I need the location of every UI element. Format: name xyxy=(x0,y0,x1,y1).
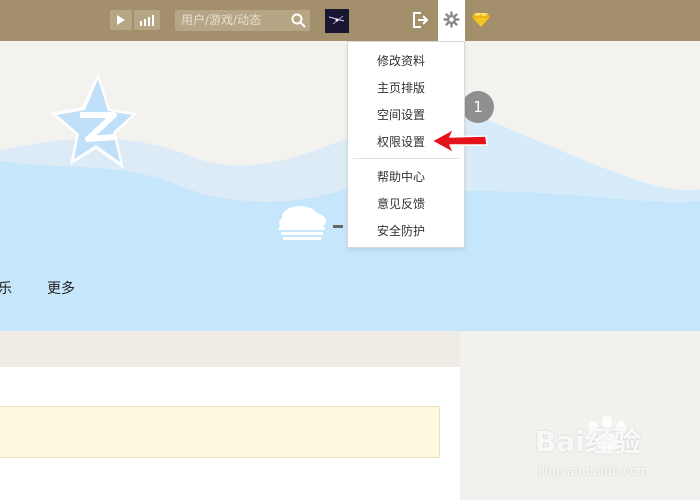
notice-box xyxy=(0,406,440,458)
settings-tab[interactable] xyxy=(438,0,465,42)
vip-diamond-icon[interactable] xyxy=(472,12,490,28)
red-pointer-arrow-icon xyxy=(431,128,488,154)
search-icon[interactable] xyxy=(291,13,306,28)
avatar-image xyxy=(325,9,349,33)
search-placeholder: 用户/游戏/动态 xyxy=(181,13,262,27)
watermark-url: jingyan.baidu.com xyxy=(538,464,649,478)
nav-more-link[interactable]: 更多 xyxy=(47,278,75,298)
music-bars-button[interactable] xyxy=(134,10,160,30)
gear-icon xyxy=(443,11,460,28)
play-button[interactable] xyxy=(110,10,132,30)
play-icon xyxy=(117,15,125,25)
menu-item-edit-profile[interactable]: 修改资料 xyxy=(348,49,464,73)
content-panel xyxy=(0,331,460,500)
menu-item-homepage-layout[interactable]: 主页排版 xyxy=(348,76,464,100)
top-bar: 用户/游戏/动态 xyxy=(0,0,700,42)
nav-music-link[interactable]: 乐 xyxy=(0,278,12,298)
exit-icon[interactable] xyxy=(412,11,430,29)
watermark-brand: Bai经验 xyxy=(535,425,641,458)
menu-item-help-center[interactable]: 帮助中心 xyxy=(348,165,464,189)
content-header xyxy=(0,331,460,367)
menu-item-feedback[interactable]: 意见反馈 xyxy=(348,192,464,216)
bars-icon xyxy=(140,15,154,26)
menu-item-security[interactable]: 安全防护 xyxy=(348,219,464,243)
avatar[interactable] xyxy=(325,9,349,33)
search-input[interactable]: 用户/游戏/动态 xyxy=(175,10,310,31)
menu-divider xyxy=(353,158,459,159)
menu-item-space-settings[interactable]: 空间设置 xyxy=(348,103,464,127)
notification-badge[interactable]: 1 xyxy=(462,91,494,123)
